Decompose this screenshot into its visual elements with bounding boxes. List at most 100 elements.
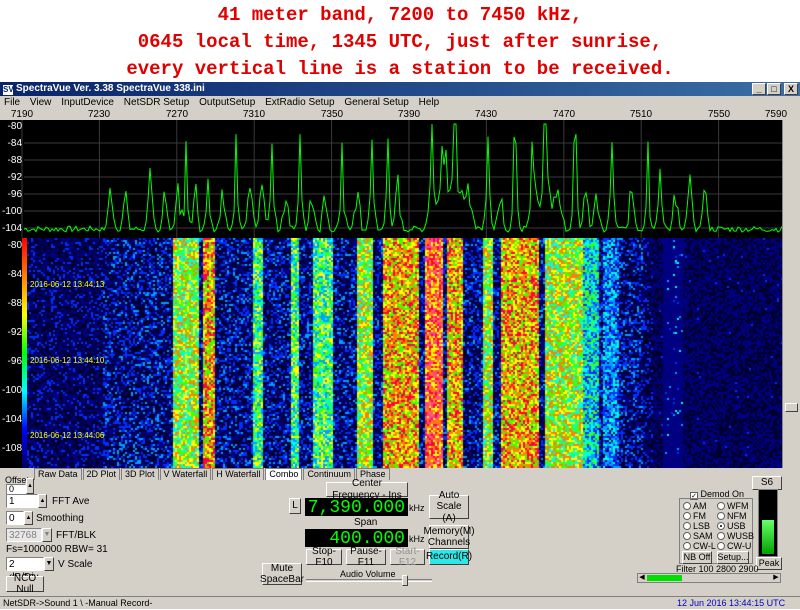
offset-spinner[interactable]: ▲ (26, 478, 34, 494)
audio-volume-label: Audio Volume (340, 569, 396, 579)
menu-output-setup[interactable]: OutputSetup (199, 97, 255, 108)
freq-unit: kHz (409, 503, 425, 513)
smoothing-input[interactable]: 0 (6, 511, 24, 525)
app-window: SV SpectraVue Ver. 3.38 SpectraVue 338.in… (0, 82, 800, 609)
mode-am-label: AM (693, 501, 707, 511)
waterfall-db-label: -88 (7, 298, 22, 309)
record-button[interactable]: Record(R) (426, 549, 472, 565)
tab-v-waterfall[interactable]: V Waterfall (159, 468, 212, 480)
mode-wusb[interactable]: WUSB (717, 531, 754, 541)
center-frequency-display[interactable]: 7,390.000 (305, 498, 408, 518)
tab-raw-data[interactable]: Raw Data (34, 468, 82, 480)
caption-line-1: 41 meter band, 7200 to 7450 kHz, (217, 4, 583, 26)
vscale-select[interactable]: 2 dB/Div (6, 557, 44, 583)
mode-usb[interactable]: USB (717, 521, 746, 531)
freq-tick: 7470 (552, 109, 576, 120)
smoothing-spinner[interactable]: ▲ (24, 511, 33, 525)
mode-fm[interactable]: FM (683, 511, 706, 521)
menu-help[interactable]: Help (419, 97, 440, 108)
menu-input-device[interactable]: InputDevice (61, 97, 114, 108)
frequency-axis: 7190 7230 7270 7310 7350 7390 7430 7470 … (8, 109, 787, 120)
nb-off-button[interactable]: NB Off (682, 551, 712, 564)
start-button[interactable]: Start-F12 (390, 546, 425, 568)
freq-tick: 7310 (242, 109, 266, 120)
tab-2d-plot[interactable]: 2D Plot (82, 468, 121, 480)
peak-button[interactable]: Peak (756, 557, 782, 570)
spectrum-db-label: -88 (7, 155, 22, 166)
filter-slider[interactable]: ◀ ▶ (637, 573, 781, 583)
spectrum-db-label: -96 (7, 189, 22, 200)
waterfall-db-label: -96 (7, 356, 22, 367)
spectrum-db-label: -84 (7, 138, 22, 149)
mode-cw-u-label: CW-U (727, 541, 752, 551)
volume-slider-thumb[interactable] (402, 575, 408, 586)
menu-extradio-setup[interactable]: ExtRadio Setup (265, 97, 335, 108)
span-display[interactable]: 400.000 (305, 529, 408, 549)
l-button[interactable]: L (289, 498, 301, 514)
center-frequency-button[interactable]: Center Frequency - Ins (326, 478, 408, 501)
pause-button[interactable]: Pause-F11 (346, 546, 386, 568)
mode-wfm-label: WFM (727, 501, 749, 511)
fft-ave-spinner[interactable]: ▲ (38, 494, 47, 508)
fs-rbw-text: Fs=1000000 RBW= 31 (6, 544, 108, 555)
mode-cw-l-label: CW-L (693, 541, 716, 551)
window-title: SpectraVue Ver. 3.38 SpectraVue 338.ini (16, 83, 205, 94)
tab-3d-plot[interactable]: 3D Plot (121, 468, 159, 480)
caption-line-3: every vertical line is a station to be r… (126, 58, 674, 80)
mode-sam[interactable]: SAM (683, 531, 713, 541)
s-meter-level (762, 520, 774, 554)
spectrum-db-label: -92 (7, 172, 22, 183)
mode-usb-label: USB (727, 521, 746, 531)
scroll-thumb[interactable] (785, 403, 798, 412)
setup-button[interactable]: Setup... (717, 551, 749, 564)
filter-right-arrow-icon[interactable]: ▶ (772, 574, 780, 582)
nco-null-button[interactable]: NCO Null (6, 573, 44, 595)
waterfall-display[interactable]: -80 -84 -88 -92 -96 -100 -104 -108 2016-… (0, 238, 782, 468)
fft-blk-select[interactable]: 32768 (6, 528, 42, 542)
app-icon: SV (3, 85, 14, 95)
maximize-button[interactable]: □ (767, 83, 781, 95)
close-button[interactable]: X (784, 83, 798, 95)
s-meter-bar (758, 489, 778, 557)
mode-am[interactable]: AM (683, 501, 707, 511)
mode-lsb[interactable]: LSB (683, 521, 710, 531)
spectrum-db-label: -80 (7, 121, 22, 132)
waterfall-db-label: -108 (2, 443, 23, 454)
mute-button[interactable]: Mute SpaceBar (260, 563, 304, 585)
vscale-dropdown-icon[interactable]: ▼ (44, 557, 54, 571)
mode-wfm[interactable]: WFM (717, 501, 749, 511)
status-datetime: 12 Jun 2016 13:44:15 UTC (677, 598, 786, 608)
color-scale-bar (22, 238, 27, 468)
filter-left-arrow-icon[interactable]: ◀ (638, 574, 646, 582)
mode-fm-label: FM (693, 511, 706, 521)
span-unit: kHz (409, 534, 425, 544)
auto-scale-button[interactable]: Auto Scale (A) (429, 490, 469, 524)
spectrum-trace (21, 120, 782, 238)
fft-ave-input[interactable]: 1 (6, 494, 38, 508)
fft-blk-dropdown-icon[interactable]: ▼ (42, 528, 52, 542)
menu-netsdr-setup[interactable]: NetSDR Setup (124, 97, 190, 108)
mode-cw-u[interactable]: CW-U (717, 541, 751, 551)
stop-button[interactable]: Stop-F10 (306, 546, 342, 568)
status-left: NetSDR->Sound 1 \ -Manual Record- (3, 598, 153, 608)
minimize-button[interactable]: _ (752, 83, 766, 95)
spectrum-plot[interactable]: -80 -84 -88 -92 -96 -100 -104 (0, 120, 782, 238)
mode-cw-l[interactable]: CW-L (683, 541, 716, 551)
menu-view[interactable]: View (30, 97, 52, 108)
freq-tick: 7510 (629, 109, 653, 120)
caption-line-2: 0645 local time, 1345 UTC, just after su… (137, 31, 663, 53)
freq-tick: 7590 (764, 109, 788, 120)
fft-blk-label: FFT/BLK (56, 530, 97, 541)
vertical-scrollbar[interactable] (782, 120, 800, 468)
mode-lsb-label: LSB (693, 521, 711, 531)
tab-h-waterfall[interactable]: H Waterfall (212, 468, 265, 480)
tab-combo[interactable]: Combo (265, 468, 303, 480)
mode-nfm[interactable]: NFM (717, 511, 747, 521)
memory-channels-button[interactable]: Memory(M) Channels (423, 525, 475, 549)
menu-general-setup[interactable]: General Setup (344, 97, 409, 108)
fft-ave-label: FFT Ave (52, 496, 90, 507)
title-bar[interactable]: SV SpectraVue Ver. 3.38 SpectraVue 338.in… (0, 82, 800, 96)
filter-passband[interactable] (647, 575, 682, 581)
audio-volume-slider[interactable] (306, 575, 432, 586)
menu-file[interactable]: File (4, 97, 20, 108)
